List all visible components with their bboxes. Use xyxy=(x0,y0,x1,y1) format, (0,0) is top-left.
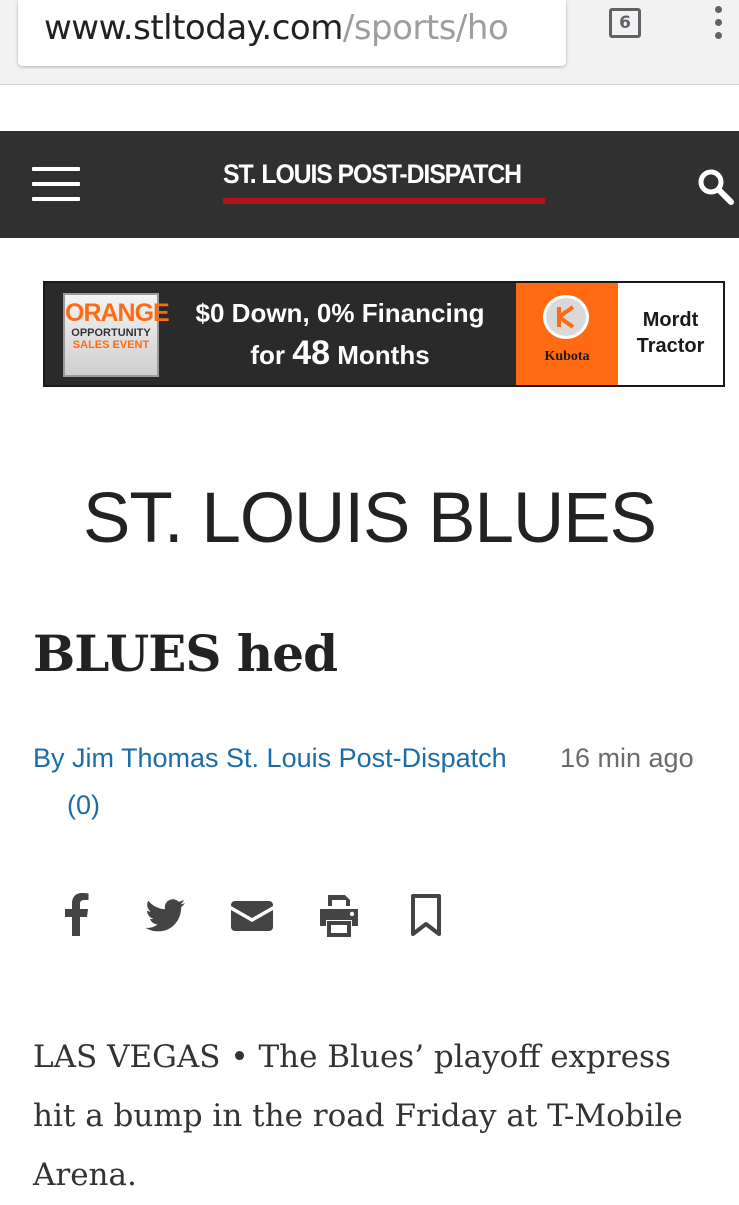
print-icon[interactable] xyxy=(317,892,361,938)
article-body: LAS VEGAS • The Blues’ playoff express h… xyxy=(33,1039,683,1193)
address-bar[interactable]: www.stltoday.com/sports/ho xyxy=(18,0,566,66)
ad-sign-line3: SALES EVENT xyxy=(72,339,150,351)
ad-headline-line1: $0 Down, 0% Financing xyxy=(195,298,485,328)
ad-sale-sign: ORANGE OPPORTUNITY SALES EVENT xyxy=(63,293,170,377)
hamburger-menu-icon[interactable] xyxy=(32,167,80,203)
url-host: www.stltoday.com xyxy=(44,8,343,48)
ad-sign-line1: ORANGE xyxy=(65,299,170,327)
comments-count-link[interactable]: (0) xyxy=(67,787,100,823)
kubota-emblem-icon xyxy=(543,295,589,339)
ad-headline-line2: for 48 Months xyxy=(250,334,430,372)
url-text: www.stltoday.com/sports/ho xyxy=(44,6,509,50)
article-timestamp: 16 min ago xyxy=(560,743,694,773)
ad-dealer-name: Mordt Tractor xyxy=(618,283,723,385)
ad-headline: $0 Down, 0% Financing for 48 Months xyxy=(165,293,515,375)
email-icon[interactable] xyxy=(229,892,275,938)
overflow-menu-icon[interactable] xyxy=(708,6,728,46)
facebook-icon[interactable] xyxy=(60,892,92,938)
site-header: ST. LOUIS POST-DISPATCH xyxy=(0,131,739,238)
ad-sign-line2: OPPORTUNITY xyxy=(71,327,151,339)
bookmark-icon[interactable] xyxy=(408,892,444,938)
twitter-icon[interactable] xyxy=(143,892,187,938)
section-title[interactable]: ST. LOUIS BLUES xyxy=(0,472,739,566)
kubota-wordmark: Kubota xyxy=(544,349,590,364)
kubota-logo: Kubota xyxy=(516,283,618,385)
article-byline[interactable]: By Jim Thomas St. Louis Post-Dispatch xyxy=(33,740,507,776)
article-headline: BLUES hed xyxy=(33,624,338,683)
logo-underline xyxy=(223,198,545,204)
search-icon[interactable] xyxy=(696,167,736,207)
url-path: /sports/ho xyxy=(342,8,509,48)
advertisement-banner[interactable]: ORANGE OPPORTUNITY SALES EVENT $0 Down, … xyxy=(43,281,725,387)
browser-toolbar: www.stltoday.com/sports/ho 6 xyxy=(0,0,739,85)
site-logo[interactable]: ST. LOUIS POST-DISPATCH xyxy=(223,159,522,190)
tab-switcher-button[interactable]: 6 xyxy=(609,8,641,38)
